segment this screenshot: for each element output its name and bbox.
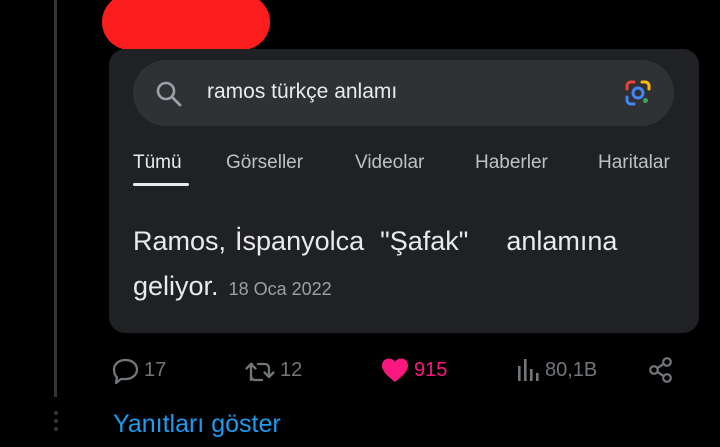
answer-date: 18 Oca 2022 (228, 279, 332, 299)
thread-more-dots[interactable] (52, 411, 59, 435)
tab-images[interactable]: Görseller (226, 152, 303, 174)
redacted-username (102, 0, 270, 50)
tab-news[interactable]: Haberler (475, 152, 548, 174)
share-button[interactable] (647, 352, 675, 388)
answer-word: Ramos, (133, 226, 227, 256)
tab-videos[interactable]: Videolar (355, 152, 424, 174)
share-icon (649, 357, 672, 383)
answer-line-1: Ramos, İspanyolca "Şafak" anlamına (133, 219, 683, 264)
analytics-icon (518, 359, 539, 381)
reply-count: 17 (144, 358, 167, 381)
google-search-screenshot[interactable]: ramos türkçe anlamı Tümü Görseller Video… (109, 49, 699, 333)
reply-icon (112, 358, 139, 384)
thread-line (54, 0, 57, 397)
like-button[interactable]: 915 (380, 352, 447, 388)
search-query: ramos türkçe anlamı (207, 80, 398, 103)
search-icon (156, 81, 182, 107)
tab-maps[interactable]: Haritalar (598, 152, 670, 174)
repost-button[interactable]: 12 (244, 352, 302, 388)
active-tab-indicator (133, 183, 189, 186)
search-bar: ramos türkçe anlamı (133, 60, 674, 126)
answer-line-2: geliyor. 18 Oca 2022 (133, 264, 683, 312)
repost-icon (245, 362, 275, 381)
show-replies-link[interactable]: Yanıtları göster (113, 410, 281, 439)
view-count: 80,1B (545, 358, 598, 381)
answer-word: geliyor. (133, 271, 219, 301)
repost-count: 12 (280, 358, 303, 381)
featured-answer: Ramos, İspanyolca "Şafak" anlamına geliyor.… (133, 219, 683, 312)
answer-word: İspanyolca (235, 226, 365, 256)
reply-button[interactable]: 17 (111, 352, 166, 388)
views-button[interactable]: 80,1B (515, 352, 597, 388)
tab-all[interactable]: Tümü (133, 152, 182, 174)
tweet-actions: 17 12 915 80,1B (0, 352, 720, 388)
answer-word: "Şafak" (380, 226, 469, 256)
google-lens-icon (625, 80, 651, 106)
heart-icon (382, 358, 408, 382)
search-tabs: Tümü Görseller Videolar Haberler Harital… (109, 147, 699, 187)
answer-word: anlamına (506, 226, 618, 256)
like-count: 915 (414, 358, 448, 381)
